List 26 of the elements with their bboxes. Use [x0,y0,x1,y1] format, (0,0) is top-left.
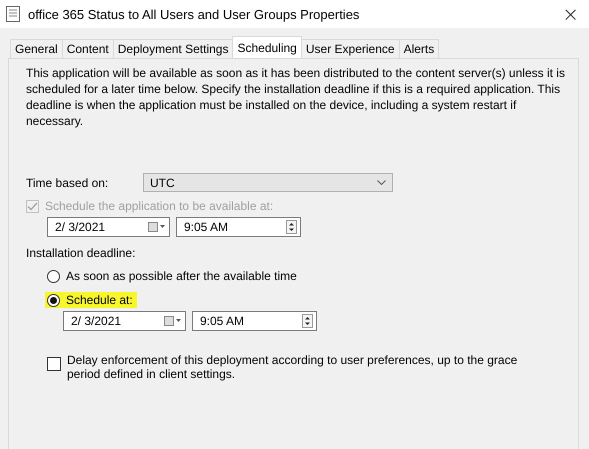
spin-arrows-icon [286,220,297,234]
radio-button[interactable] [47,270,60,282]
radio-label: Schedule at: [66,293,133,307]
tab[interactable]: User Experience [300,39,400,58]
date-picker[interactable]: 2/ 3/2021 [63,311,186,331]
close-button[interactable]: × [558,4,583,24]
window-title: office 365 Status to All Users and User Groups Properties [28,6,360,22]
radio-button[interactable] [47,294,60,306]
checkbox-label: Delay enforcement of this deployment according to user preferences, up to the grace period defined in client settings. [67,353,518,381]
time-picker[interactable]: 9:05 AM [192,311,317,331]
tab[interactable]: Deployment Settings [112,39,234,58]
tab[interactable]: Scheduling [232,36,302,58]
time-zone-dropdown[interactable]: UTC [143,173,393,192]
calendar-dropdown-icon [164,316,182,326]
installation-deadline-label: Installation deadline: [26,245,136,261]
spin-arrows-icon [302,314,313,328]
calendar-dropdown-icon [148,222,166,232]
properties-icon [6,6,20,22]
tab[interactable]: Alerts [398,39,440,58]
radio-label: As soon as possible after the available time [66,269,297,283]
checkbox[interactable] [47,357,61,371]
description-text: This application will be available as soon as it has been distributed to the content server(s) unless it is scheduled for a later time below. Specify the installation deadline if this is a required application. This deadline is when the application must be installed on the device, including a system restart if necessary. [26,65,566,129]
checkbox-label: Schedule the application to be available at: [45,199,274,213]
time-based-on-label: Time based on: [26,176,110,190]
chevron-down-icon [377,180,386,185]
tab[interactable]: General [10,39,63,58]
